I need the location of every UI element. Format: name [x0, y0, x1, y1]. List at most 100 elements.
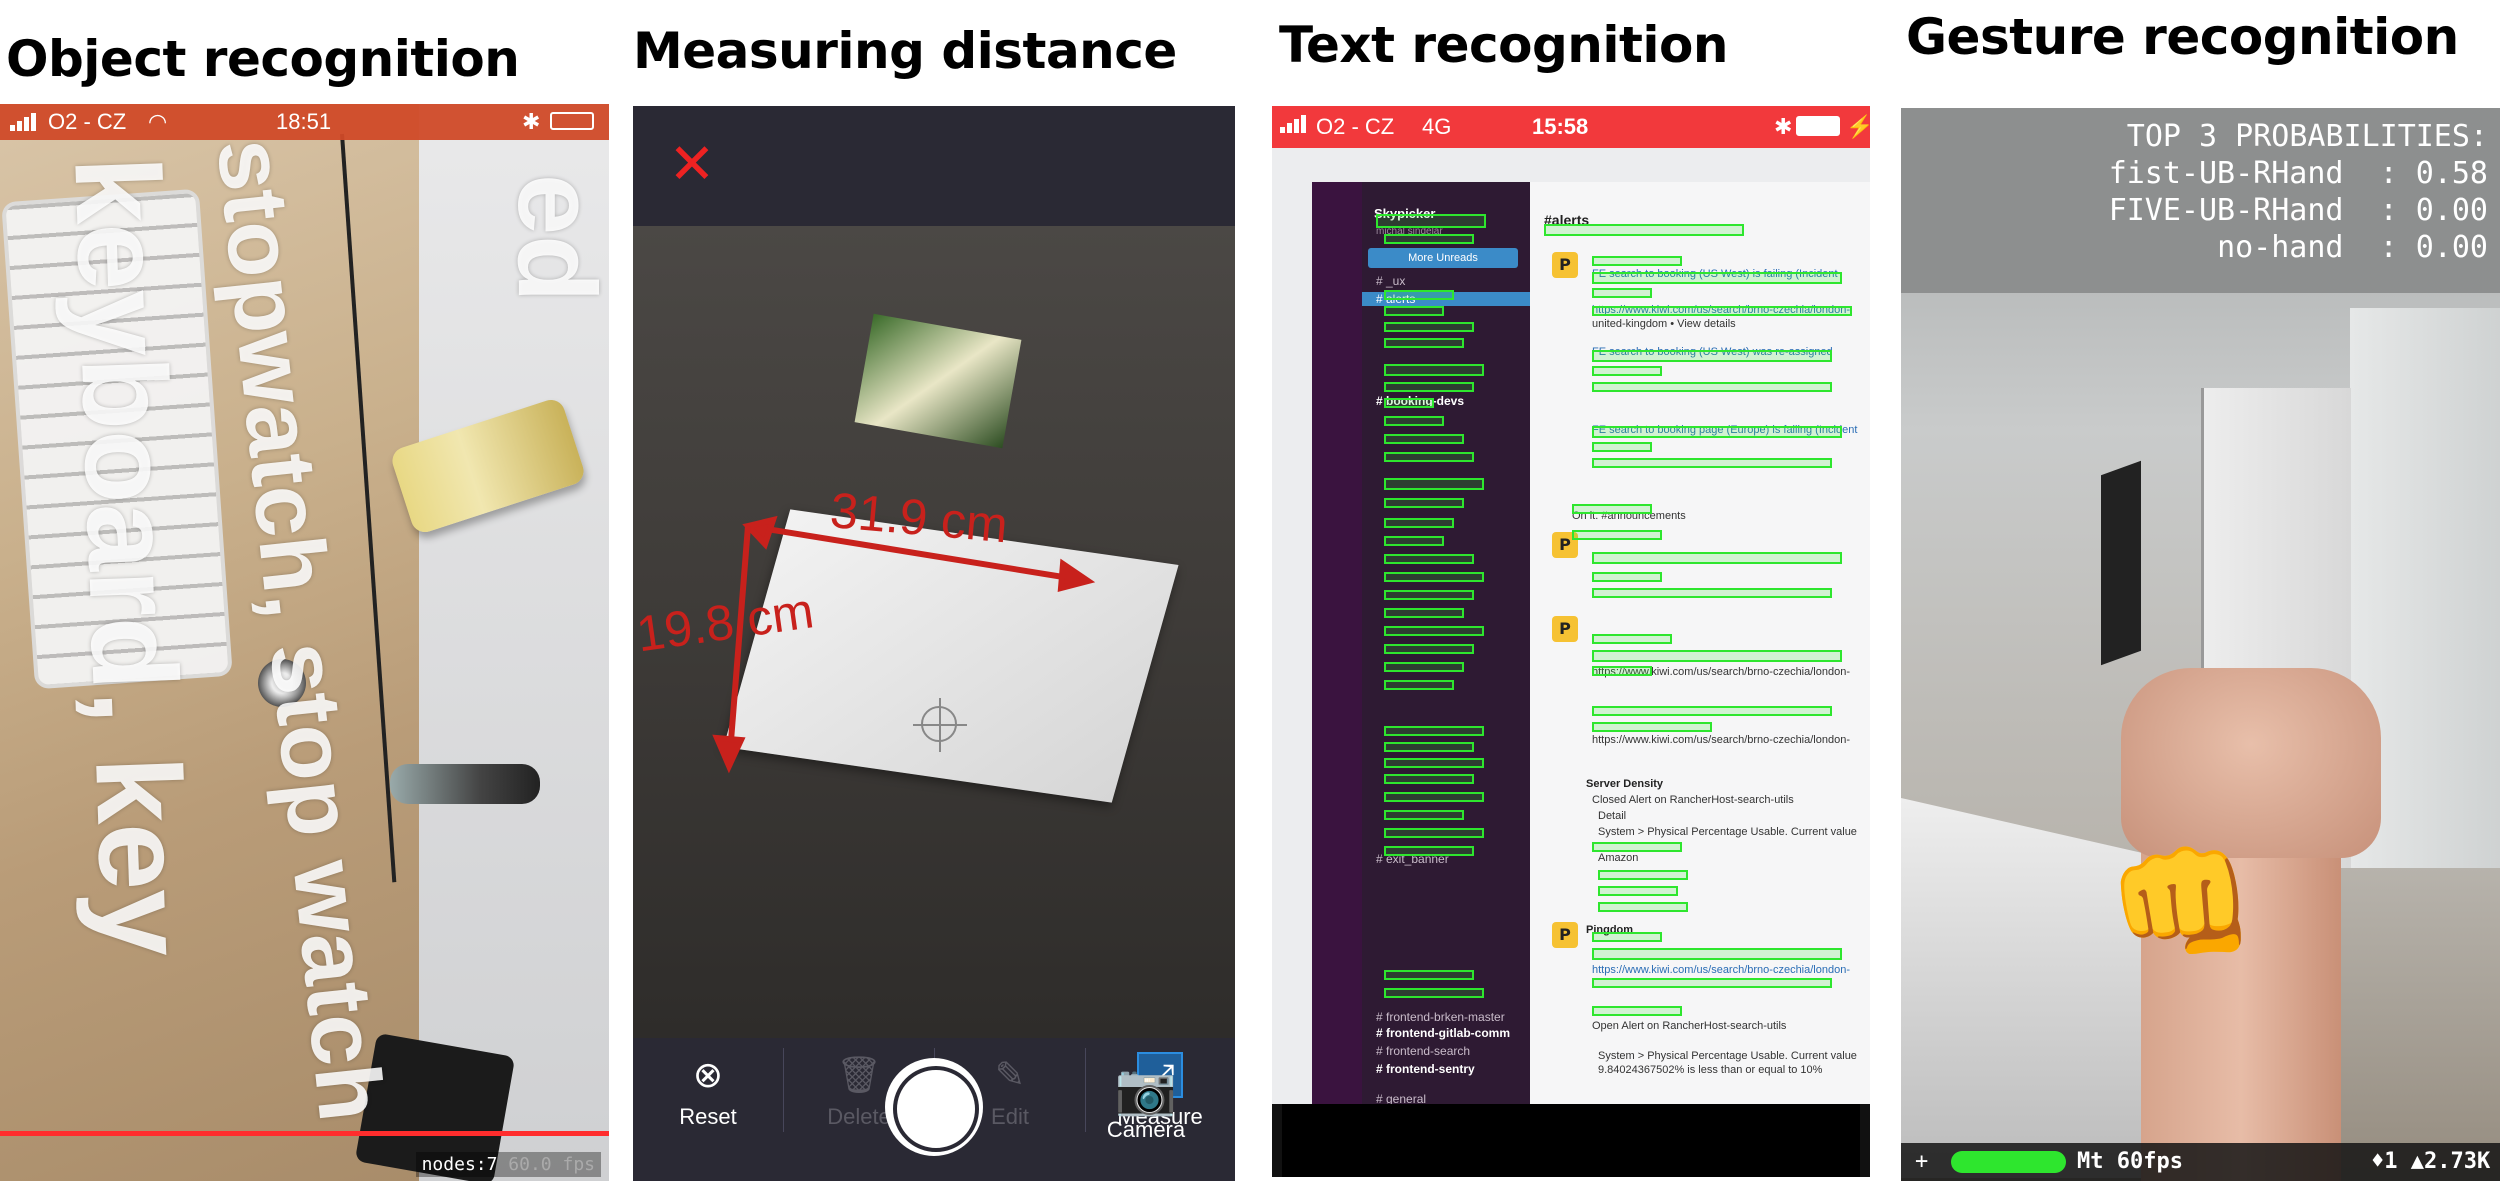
ocr-box — [1384, 774, 1474, 784]
ocr-box — [1384, 382, 1474, 392]
spray-object — [390, 764, 540, 804]
channel-item[interactable]: # frontend-sentry — [1376, 1062, 1475, 1076]
monitor-object — [2101, 460, 2141, 666]
separator: : — [2343, 156, 2416, 191]
object-recognition-screenshot: stopwatch, stop watch keyboard, key ed O… — [0, 104, 609, 1181]
ocr-box — [1376, 214, 1486, 228]
wifi-icon: ◠ — [148, 109, 168, 134]
more-unreads-button[interactable]: More Unreads — [1368, 248, 1518, 268]
ocr-box — [1384, 810, 1464, 820]
message-line: Detail — [1598, 810, 1627, 822]
ocr-box — [1384, 416, 1444, 426]
ocr-box — [1592, 350, 1832, 362]
ocr-box — [1384, 662, 1464, 672]
ocr-box — [1544, 224, 1744, 236]
message-line: Closed Alert on RancherHost-search-utils — [1592, 794, 1794, 806]
left-edge — [1272, 182, 1312, 1104]
separator: : — [2343, 230, 2416, 265]
measuring-distance-screenshot: ✕ 31.9 cm 19.8 cm ⊗ Reset 🗑 Delete ✎ Edi… — [633, 106, 1235, 1181]
heading-object-recognition: Object recognition — [6, 30, 520, 88]
ocr-box — [1592, 1006, 1682, 1016]
ocr-box — [1592, 588, 1832, 598]
ocr-box — [1384, 306, 1444, 316]
ocr-box — [1384, 626, 1484, 636]
gesture-label: no-hand — [2217, 230, 2344, 265]
message-line: System > Physical Percentage Usable. Cur… — [1598, 826, 1857, 838]
heading-text-recognition: Text recognition — [1279, 16, 1729, 74]
gesture-probability: 0.58 — [2415, 156, 2488, 191]
ar-label-stopwatch: stopwatch, stop watch — [197, 134, 403, 1126]
ar-label-keyboard: keyboard, key — [49, 154, 211, 959]
performance-hud: + Mt 60fps ♦1 ▲2.73K — [1901, 1143, 2500, 1181]
probabilities-overlay: TOP 3 PROBABILITIES: fist-UB-RHand : 0.58… — [2109, 118, 2488, 266]
ocr-box — [1384, 644, 1474, 654]
arrowhead — [712, 734, 746, 774]
charging-icon: ⚡ — [1846, 114, 1870, 139]
team-switcher — [1312, 182, 1362, 1104]
ocr-box — [1384, 518, 1454, 528]
close-icon[interactable]: ✕ — [667, 137, 717, 193]
fist-emoji-icon: 👊 — [2107, 834, 2257, 973]
ocr-box — [1592, 256, 1682, 266]
ocr-box — [1592, 842, 1682, 852]
ocr-box — [1572, 530, 1662, 540]
ocr-box — [1592, 552, 1842, 564]
ocr-box — [1592, 722, 1712, 732]
performance-bar — [1951, 1151, 2066, 1173]
shutter-button[interactable] — [885, 1058, 983, 1156]
progress-line — [0, 1131, 609, 1136]
edit-label: Edit — [991, 1104, 1029, 1129]
ocr-box — [1592, 978, 1832, 988]
ocr-box — [1592, 572, 1662, 582]
battery-icon — [550, 112, 594, 130]
arrowhead — [1057, 558, 1096, 592]
camera-button[interactable]: 📷 Camera — [1091, 1061, 1201, 1143]
arrowhead — [742, 515, 778, 550]
gesture-recognition-screenshot: 👊 TOP 3 PROBABILITIES: fist-UB-RHand : 0.… — [1901, 108, 2500, 1181]
channel-item[interactable]: # frontend-brken-master — [1376, 1010, 1505, 1024]
ocr-box — [1592, 650, 1842, 662]
ocr-box — [1384, 742, 1474, 752]
pingdom-avatar: P — [1552, 616, 1578, 642]
pingdom-avatar: P — [1552, 252, 1578, 278]
ocr-box — [1384, 608, 1464, 618]
ocr-box — [1384, 680, 1454, 690]
gesture-probability: 0.00 — [2415, 230, 2488, 265]
nodes-count: nodes:7 — [421, 1154, 498, 1175]
reset-button[interactable]: ⊗ Reset — [633, 1038, 783, 1138]
ocr-box — [1592, 288, 1652, 298]
separator: : — [2343, 193, 2416, 228]
ocr-box — [1384, 572, 1484, 582]
status-bar: O2 - CZ 4G 15:58 ✱ ⚡ — [1272, 106, 1870, 148]
message-line: https://www.kiwi.com/us/search/brno-czec… — [1592, 964, 1850, 976]
probability-row: no-hand : 0.00 — [2109, 229, 2488, 266]
ocr-box — [1592, 706, 1832, 716]
probabilities-title: TOP 3 PROBABILITIES: — [2126, 119, 2488, 154]
top-bar — [633, 106, 1235, 226]
channel-item[interactable]: # frontend-search — [1376, 1044, 1470, 1058]
probability-row: fist-UB-RHand : 0.58 — [2109, 155, 2488, 192]
message-line: Amazon — [1598, 852, 1639, 864]
bluetooth-icon: ✱ — [522, 109, 541, 134]
ocr-box — [1384, 364, 1484, 376]
ocr-box — [1384, 988, 1484, 998]
ocr-box — [1598, 902, 1688, 912]
ocr-box — [1384, 828, 1484, 838]
trash-icon: 🗑 — [836, 1054, 882, 1095]
ocr-box — [1592, 948, 1842, 960]
ocr-box — [1592, 272, 1842, 284]
gesture-label: FIVE-UB-RHand — [2108, 193, 2344, 228]
channel-item[interactable]: # frontend-gitlab-comm — [1376, 1026, 1510, 1040]
channel-item[interactable]: # _ux — [1376, 274, 1405, 288]
ocr-box — [1384, 234, 1474, 244]
message-line: System > Physical Percentage Usable. Cur… — [1598, 1050, 1857, 1062]
ocr-box — [1384, 846, 1474, 856]
ocr-box — [1572, 504, 1652, 514]
pingdom-avatar: P — [1552, 922, 1578, 948]
message-line: https://www.kiwi.com/us/search/brno-czec… — [1592, 734, 1850, 746]
fps-counter: Mt 60fps — [2077, 1149, 2183, 1174]
camera-icon: 📷 — [1114, 1061, 1178, 1117]
reset-icon: ⊗ — [692, 1054, 724, 1095]
signal-icon — [1280, 115, 1310, 133]
time-label: 15:58 — [1532, 114, 1589, 139]
